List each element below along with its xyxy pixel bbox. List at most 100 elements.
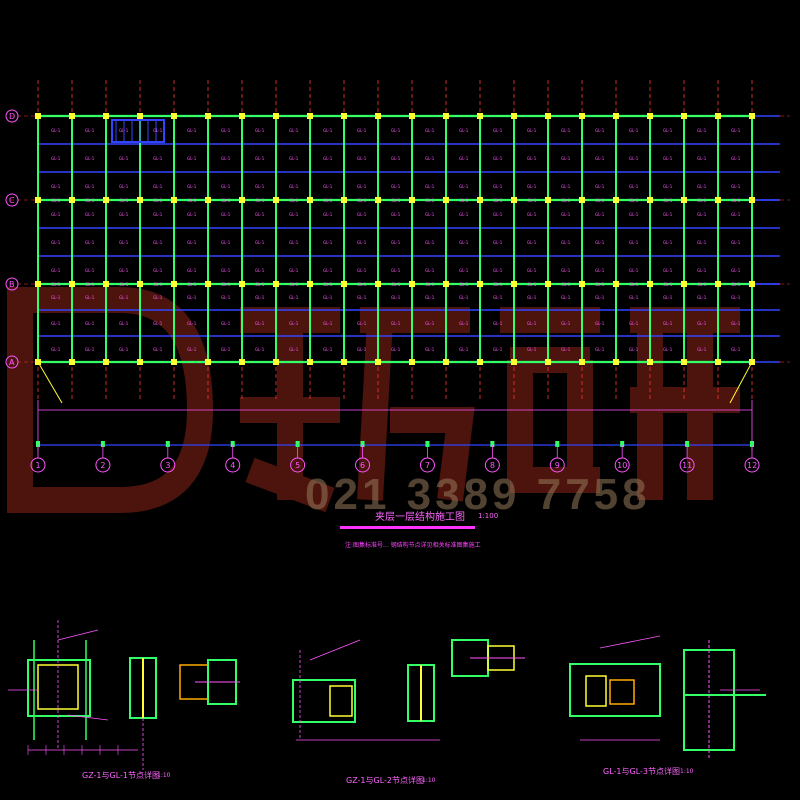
member-tag: GL-1	[357, 295, 367, 300]
column-marker	[681, 359, 687, 365]
member-tag: GL-1	[357, 198, 367, 203]
member-tag: GL-1	[357, 240, 367, 245]
member-tag: GL-1	[595, 295, 605, 300]
member-tag: GL-1	[323, 321, 333, 326]
member-tag: GL-1	[323, 184, 333, 189]
column-marker	[409, 197, 415, 203]
detail-leader	[57, 629, 99, 641]
member-tag: GL-1	[153, 268, 163, 273]
member-tag: GL-1	[187, 347, 197, 352]
column-marker	[375, 113, 381, 119]
member-tag: GL-1	[357, 212, 367, 217]
column-marker	[715, 359, 721, 365]
member-tag: GL-1	[493, 128, 503, 133]
member-tag: GL-1	[357, 156, 367, 161]
member-tag: GL-1	[731, 198, 741, 203]
member-tag: GL-1	[527, 184, 537, 189]
column-marker	[341, 281, 347, 287]
column-marker	[477, 197, 483, 203]
detail-plate	[585, 675, 607, 707]
member-tag: GL-1	[119, 240, 129, 245]
member-tag: GL-1	[697, 295, 707, 300]
member-tag: GL-1	[255, 268, 265, 273]
member-tag: GL-1	[391, 240, 401, 245]
member-tag: GL-1	[663, 212, 673, 217]
member-tag: GL-1	[459, 321, 469, 326]
column-marker	[647, 359, 653, 365]
member-tag: GL-1	[629, 128, 639, 133]
member-tag: GL-1	[629, 268, 639, 273]
member-tag: GL-1	[85, 240, 95, 245]
member-tag: GL-1	[629, 184, 639, 189]
member-tag: GL-1	[731, 128, 741, 133]
member-tag: GL-1	[153, 198, 163, 203]
member-tag: GL-1	[323, 282, 333, 287]
member-tag: GL-1	[731, 347, 741, 352]
column-marker	[239, 197, 245, 203]
row-axis-label: A	[9, 358, 15, 367]
detail-drawing-2	[292, 639, 525, 741]
column-marker	[239, 281, 245, 287]
member-tag: GL-1	[561, 268, 571, 273]
column-marker	[715, 281, 721, 287]
member-tag: GL-1	[527, 240, 537, 245]
member-tag: GL-1	[595, 321, 605, 326]
member-tag: GL-1	[221, 198, 231, 203]
member-tag: GL-1	[697, 212, 707, 217]
member-tag: GL-1	[119, 156, 129, 161]
member-tag: GL-1	[51, 184, 61, 189]
member-tag: GL-1	[629, 321, 639, 326]
member-tag: GL-1	[187, 156, 197, 161]
member-tag: GL-1	[153, 212, 163, 217]
member-tag: GL-1	[221, 156, 231, 161]
member-tag: GL-1	[51, 156, 61, 161]
column-marker	[171, 197, 177, 203]
column-marker	[137, 281, 143, 287]
member-tag: GL-1	[425, 268, 435, 273]
member-tag: GL-1	[357, 128, 367, 133]
member-tag: GL-1	[187, 295, 197, 300]
column-marker	[273, 281, 279, 287]
member-tag: GL-1	[561, 184, 571, 189]
column-marker	[341, 113, 347, 119]
column-marker	[647, 113, 653, 119]
member-tag: GL-1	[561, 212, 571, 217]
member-tag: GL-1	[255, 321, 265, 326]
column-axis-label: 12	[747, 461, 757, 470]
column-marker	[137, 113, 143, 119]
member-tag: GL-1	[357, 184, 367, 189]
member-tag: GL-1	[391, 128, 401, 133]
column-marker	[171, 281, 177, 287]
column-marker	[35, 113, 41, 119]
member-tag: GL-1	[51, 295, 61, 300]
member-tag: GL-1	[289, 156, 299, 161]
member-tag: GL-1	[731, 184, 741, 189]
column-marker	[511, 359, 517, 365]
member-tag: GL-1	[221, 212, 231, 217]
column-marker	[171, 113, 177, 119]
member-tag: GL-1	[323, 128, 333, 133]
member-tag: GL-1	[731, 156, 741, 161]
member-tag: GL-1	[85, 184, 95, 189]
member-tag: GL-1	[85, 321, 95, 326]
member-tag: GL-1	[51, 198, 61, 203]
member-tag: GL-1	[153, 347, 163, 352]
member-tag: GL-1	[323, 212, 333, 217]
member-tag: GL-1	[697, 240, 707, 245]
member-tag: GL-1	[663, 128, 673, 133]
member-tag: GL-1	[85, 212, 95, 217]
member-tag: GL-1	[527, 347, 537, 352]
member-tag: GL-1	[629, 240, 639, 245]
member-tag: GL-1	[527, 212, 537, 217]
column-marker	[613, 113, 619, 119]
member-tag: GL-1	[119, 295, 129, 300]
column-marker	[205, 197, 211, 203]
member-tag: GL-1	[221, 295, 231, 300]
member-tag: GL-1	[85, 347, 95, 352]
member-tag: GL-1	[493, 347, 503, 352]
corner-brace	[729, 361, 753, 404]
member-tag: GL-1	[663, 282, 673, 287]
detail-drawing-3	[569, 635, 766, 760]
detail-1-scale: 1:10	[157, 772, 171, 779]
member-tag: GL-1	[663, 198, 673, 203]
